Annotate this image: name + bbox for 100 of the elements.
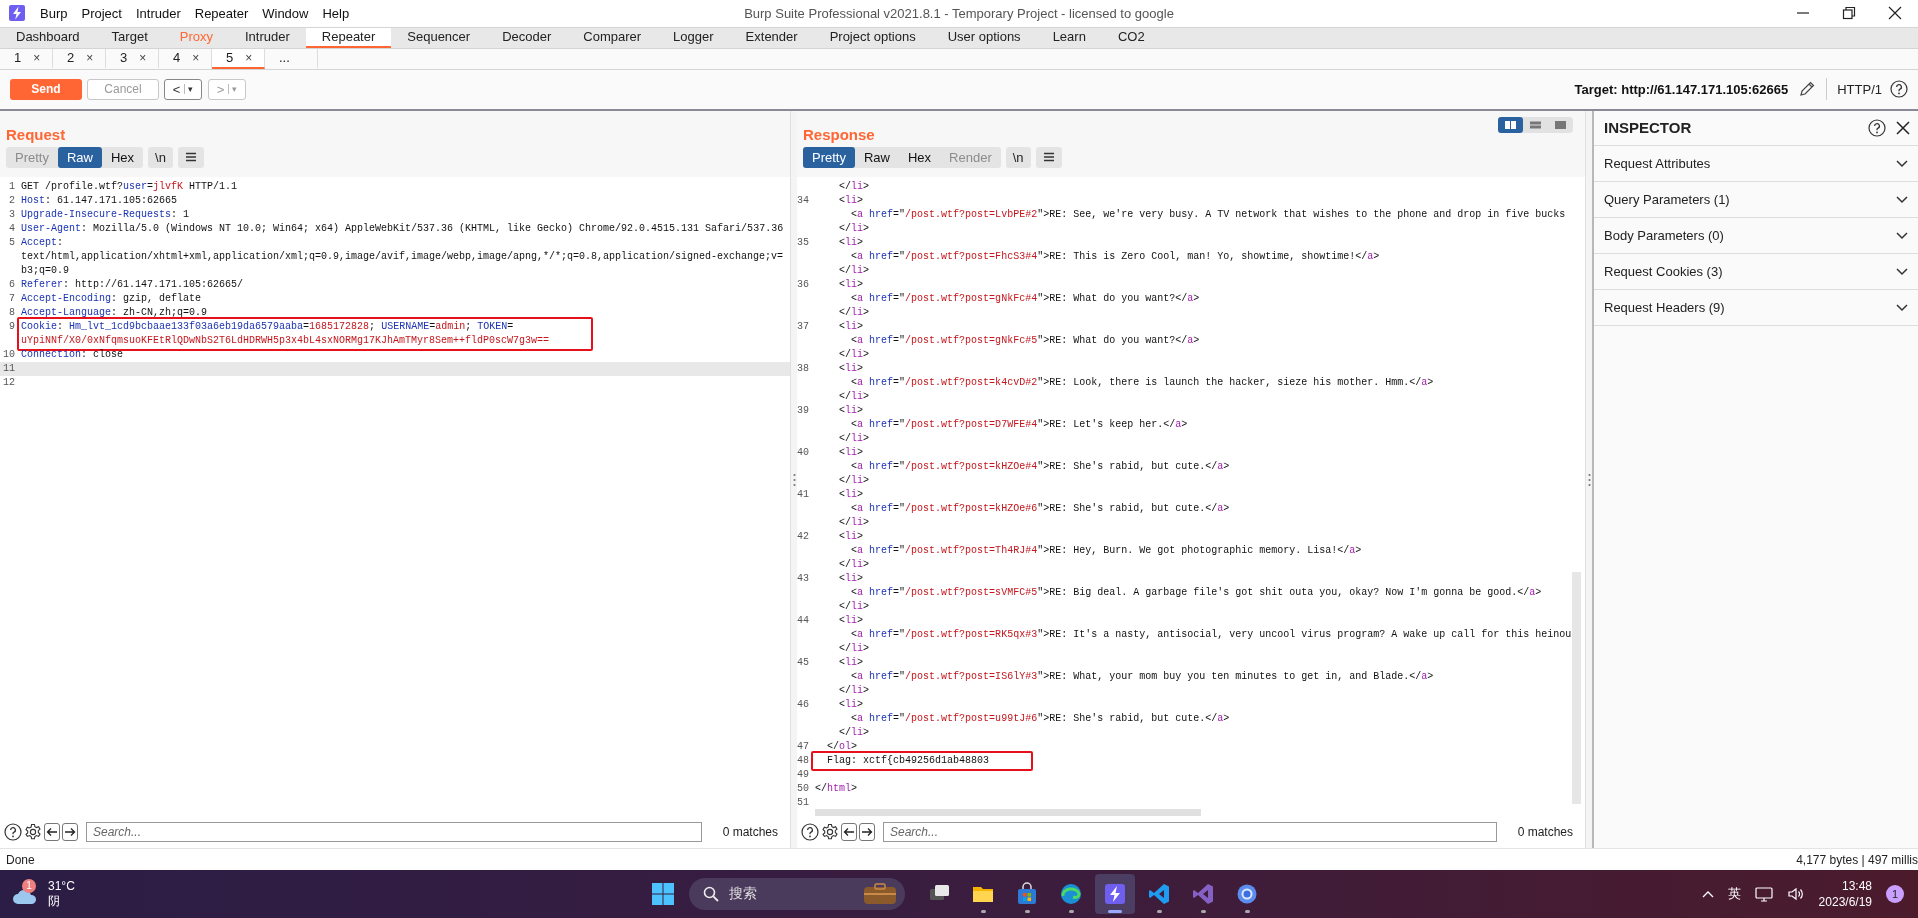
tab[interactable]: Target [95,27,164,48]
request-tab[interactable]: 5 × [212,48,265,69]
help-icon[interactable] [1890,80,1908,99]
code-line: </li> [838,725,871,740]
split-layout-icon[interactable] [1498,116,1523,133]
restore-icon[interactable] [1841,5,1857,22]
tab[interactable]: Sequencer [391,27,487,48]
weather-condition: 阴 [48,894,61,909]
speaker-icon[interactable] [1786,886,1805,902]
pane-title: Response [803,124,875,143]
tab[interactable]: Learn [1036,27,1102,48]
menu-item[interactable]: Intruder [135,6,181,21]
notification-badge[interactable]: 1 [1886,885,1904,903]
scrollbar[interactable] [1572,571,1581,804]
menu-item[interactable]: Repeater [194,6,249,21]
tab[interactable]: Intruder [229,27,306,48]
line-number: 36 [797,277,809,292]
input-method[interactable]: 英 [1727,885,1741,903]
start-icon[interactable] [651,882,675,906]
tab[interactable]: Comparer [567,27,658,48]
code-line: GET /profile.wtf?user=jlvfK HTTP/1.1 [21,179,238,194]
next-button[interactable] [859,823,875,842]
previous-button[interactable] [44,823,60,842]
menu-button[interactable] [177,146,204,168]
tab[interactable]: User options [931,27,1037,48]
protocol-button[interactable]: HTTP/1 [1837,81,1882,97]
search-box[interactable]: 搜索 [689,878,905,910]
view-tab[interactable]: Pretty [803,146,855,168]
search-field[interactable]: Search... [883,822,1497,843]
pencil-icon[interactable] [1798,80,1817,99]
view-tab[interactable]: Raw [854,146,899,168]
code-line: </li> [838,305,871,320]
next-button[interactable] [62,823,78,842]
tab[interactable]: Extender [729,27,814,48]
close-icon[interactable] [1887,5,1903,22]
menu-button[interactable] [1035,146,1062,168]
tab[interactable]: Project options [813,27,932,48]
line-number: 10 [2,347,15,362]
line-number: 6 [8,277,15,292]
menu-item[interactable]: Window [262,6,309,21]
clock-date[interactable]: 2023/6/19 [1818,894,1872,910]
menu-icon [184,152,197,163]
code-line: </li> [838,221,871,236]
close-tab-button[interactable]: × [139,48,147,67]
tab[interactable]: Repeater [305,27,392,48]
scrollbar[interactable] [815,808,1201,817]
line-number: 50 [797,781,809,796]
match-count: 0 matches [1516,825,1574,840]
back-button[interactable]: < ▾ [164,78,202,100]
settings-icon[interactable] [821,823,839,842]
tab[interactable]: CO2 [1101,27,1161,48]
line-number: 42 [797,529,809,544]
line-number: 45 [797,655,809,670]
request-tab[interactable]: 1 × [0,48,53,69]
view-tab[interactable]: Hex [899,146,941,168]
code-line: Connection: close [21,347,124,362]
help-icon[interactable] [801,823,819,842]
drag-handle-icon[interactable] [1587,472,1591,487]
close-tab-button[interactable]: × [245,48,253,67]
monitor-icon[interactable] [1754,886,1773,902]
inspector-section[interactable]: Query Parameters (1) [1594,181,1918,218]
clock-time[interactable]: 13:48 [1841,878,1872,894]
code-line: <li> [838,613,865,628]
settings-icon[interactable] [24,823,42,842]
inspector-section[interactable]: Request Headers (9) [1594,289,1918,326]
request-tab[interactable]: 3 × [106,48,159,69]
close-tab-button[interactable]: × [86,48,94,67]
drag-handle-icon[interactable] [792,472,796,487]
chevron-up-icon[interactable] [1701,890,1714,898]
close-tab-button[interactable]: × [192,48,200,67]
inspector-section[interactable]: Request Cookies (3) [1594,253,1918,290]
newline-toggle[interactable]: \n [148,146,173,168]
inspector-section[interactable]: Request Attributes [1594,145,1918,182]
tab[interactable]: Logger [657,27,730,48]
temperature: 31°C [48,879,75,894]
menu-item[interactable]: Burp [40,6,68,21]
menu-item[interactable]: Help [322,6,350,21]
code-line: Flag: xctf{cb49256d1ab48803 [826,753,990,768]
request-tab[interactable]: 2 × [53,48,106,69]
code-line: <li> [838,361,865,376]
inspector-section[interactable]: Body Parameters (0) [1594,217,1918,254]
tab[interactable]: Dashboard [0,27,96,48]
code-line: </li> [838,683,871,698]
request-tab[interactable]: ... [265,48,318,69]
code-line: <li> [838,571,865,586]
search-field[interactable]: Search... [86,822,702,843]
close-tab-button[interactable]: × [33,48,41,67]
view-tab[interactable]: Raw [57,146,102,168]
code-line: Referer: http://61.147.171.105:62665/ [21,277,244,292]
right-arrow-icon [64,827,76,838]
view-tab[interactable]: Hex [102,146,144,168]
tab[interactable]: Decoder [486,27,568,48]
previous-button[interactable] [841,823,857,842]
line-number: 47 [797,739,809,754]
help-icon[interactable] [1868,118,1886,137]
newline-toggle[interactable]: \n [1005,146,1031,168]
taskbar-app[interactable] [1095,874,1135,914]
close-icon[interactable] [1896,120,1910,135]
help-icon[interactable] [4,823,22,842]
menu-item[interactable]: Project [81,6,122,21]
